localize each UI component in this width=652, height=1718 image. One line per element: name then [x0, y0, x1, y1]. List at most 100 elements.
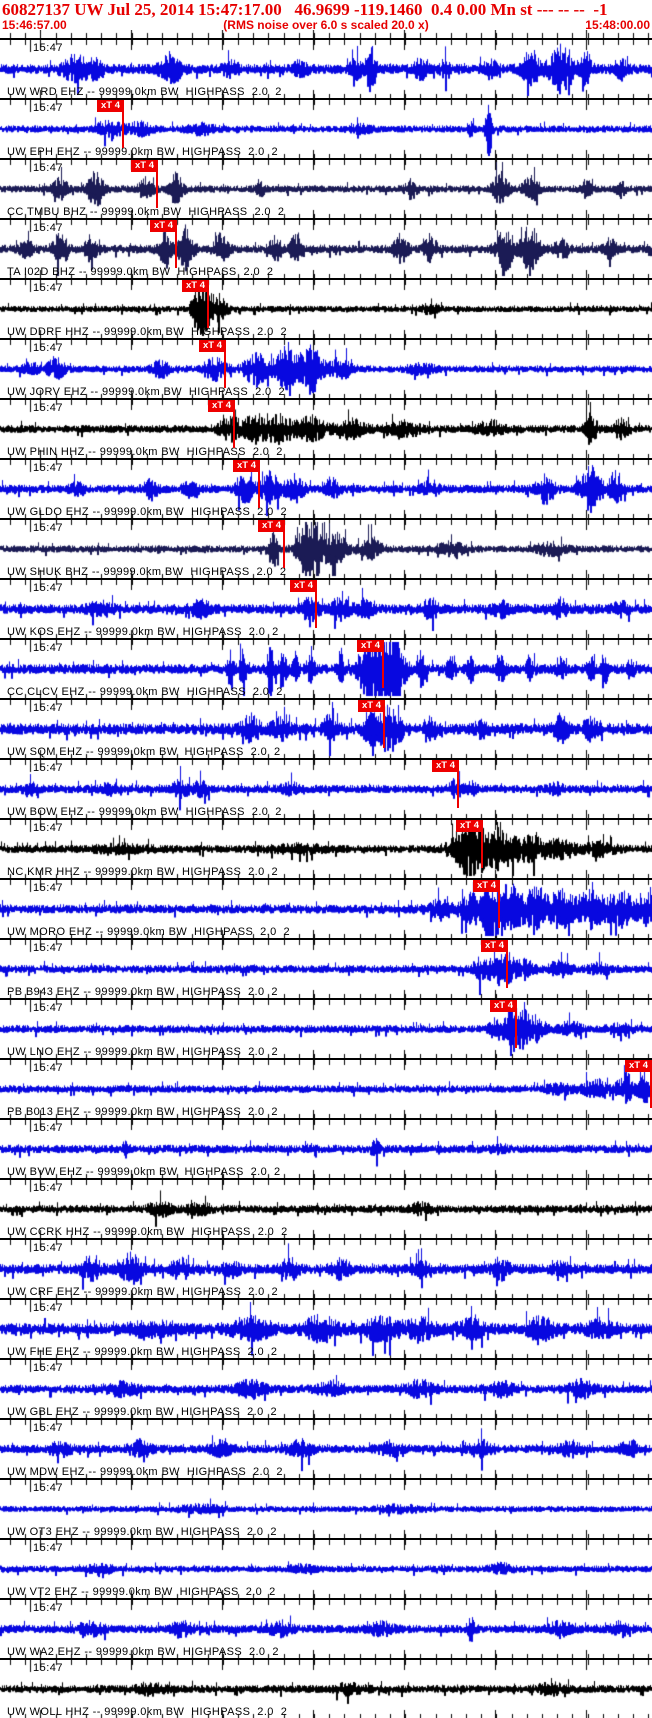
minute-time-label: 15:47: [33, 342, 64, 354]
pick-marker-line: [283, 532, 285, 568]
trace-row-uw-vt2-ehz[interactable]: 15:47 UW VT2 EHZ -- 99999.0km BW HIGHPASS…: [0, 1538, 652, 1598]
station-label: UW CRF EHZ -- 99999.0km BW HIGHPASS 2.0 …: [7, 1286, 279, 1298]
pick-marker-label[interactable]: xT 4: [131, 160, 158, 172]
minute-time-label: 15:47: [33, 1122, 64, 1134]
station-label: UW GLDO EHZ -- 99999.0km BW HIGHPASS 2.0…: [7, 506, 288, 518]
trace-row-nc-kmr-hhz[interactable]: 15:47 NC KMR HHZ -- 99999.0km BW HIGHPASS…: [0, 818, 652, 878]
station-label: UW FHE EHZ -- 99999.0km BW HIGHPASS 2.0 …: [7, 1346, 278, 1358]
trace-row-uw-moro-ehz[interactable]: 15:47 UW MORO EHZ -- 99999.0km BW HIGHPAS…: [0, 878, 652, 938]
trace-row-uw-lno-ehz[interactable]: 15:47 UW LNO EHZ -- 99999.0km BW HIGHPASS…: [0, 998, 652, 1058]
station-label: NC KMR HHZ -- 99999.0km BW HIGHPASS 2.0 …: [7, 866, 279, 878]
minute-time-label: 15:47: [33, 942, 64, 954]
station-label: PB B013 EHZ -- 99999.0km BW HIGHPASS 2.0…: [7, 1106, 278, 1118]
station-label: PB B943 EHZ -- 99999.0km BW HIGHPASS 2.0…: [7, 986, 278, 998]
pick-marker-line: [506, 952, 508, 988]
trace-stack: 15:47 UW WRD EHZ -- 99999.0km BW HIGHPASS…: [0, 38, 652, 1718]
seismogram-review-window: { "header": { "event_line": "60827137 UW…: [0, 0, 652, 1718]
minute-time-label: 15:47: [33, 1182, 64, 1194]
pick-marker-label[interactable]: xT 4: [490, 1000, 517, 1012]
station-label: UW JORV EHZ -- 99999.0km BW HIGHPASS 2.0…: [7, 386, 285, 398]
minute-time-label: 15:47: [33, 642, 64, 654]
station-label: UW MDW EHZ -- 99999.0km BW HIGHPASS 2.0 …: [7, 1466, 283, 1478]
station-label: UW OT3 EHZ -- 99999.0km BW HIGHPASS 2.0 …: [7, 1526, 277, 1538]
minute-time-label: 15:47: [33, 42, 64, 54]
trace-row-uw-eph-ehz[interactable]: 15:47 UW EPH EHZ -- 99999.0km BW HIGHPASS…: [0, 98, 652, 158]
trace-row-uw-ddrf-hhz[interactable]: 15:47 UW DDRF HHZ -- 99999.0km BW HIGHPAS…: [0, 278, 652, 338]
minute-time-label: 15:47: [33, 882, 64, 894]
pick-marker-label[interactable]: xT 4: [182, 280, 209, 292]
station-label: UW DDRF HHZ -- 99999.0km BW HIGHPASS 2.0…: [7, 326, 288, 338]
minute-time-label: 15:47: [33, 102, 64, 114]
minute-time-label: 15:47: [33, 282, 64, 294]
pick-marker-label[interactable]: xT 4: [208, 400, 235, 412]
pick-marker-label[interactable]: xT 4: [456, 820, 483, 832]
trace-row-uw-woll-hhz[interactable]: 15:47 UW WOLL HHZ -- 99999.0km BW HIGHPAS…: [0, 1658, 652, 1718]
trace-row-cc-clcv-ehz[interactable]: 15:47 CC CLCV EHZ -- 99999.0km BW HIGHPAS…: [0, 638, 652, 698]
trace-row-uw-wrd-ehz[interactable]: 15:47 UW WRD EHZ -- 99999.0km BW HIGHPASS…: [0, 38, 652, 98]
station-label: TA I02D BHZ -- 99999.0km BW HIGHPASS 2.0…: [7, 266, 274, 278]
minute-time-label: 15:47: [33, 1542, 64, 1554]
trace-row-uw-wa2-ehz[interactable]: 15:47 UW WA2 EHZ -- 99999.0km BW HIGHPASS…: [0, 1598, 652, 1658]
pick-marker-line: [258, 472, 260, 508]
event-summary-line: 60827137 UW Jul 25, 2014 15:47:17.00 46.…: [2, 0, 608, 19]
trace-row-uw-phin-hhz[interactable]: 15:47 UW PHIN HHZ -- 99999.0km BW HIGHPAS…: [0, 398, 652, 458]
pick-marker-line: [233, 412, 235, 448]
pick-marker-line: [498, 892, 500, 928]
pick-marker-line: [481, 832, 483, 868]
pick-marker-label[interactable]: xT 4: [199, 340, 226, 352]
trace-row-pb-b013-ehz[interactable]: 15:47 PB B013 EHZ -- 99999.0km BW HIGHPAS…: [0, 1058, 652, 1118]
minute-time-label: 15:47: [33, 222, 64, 234]
trace-row-uw-kos-ehz[interactable]: 15:47 UW KOS EHZ -- 99999.0km BW HIGHPASS…: [0, 578, 652, 638]
trace-row-uw-bow-ehz[interactable]: 15:47 UW BOW EHZ -- 99999.0km BW HIGHPASS…: [0, 758, 652, 818]
pick-marker-line: [122, 112, 124, 148]
trace-row-uw-jorv-ehz[interactable]: 15:47 UW JORV EHZ -- 99999.0km BW HIGHPAS…: [0, 338, 652, 398]
pick-marker-label[interactable]: xT 4: [97, 100, 124, 112]
trace-row-uw-ot3-ehz[interactable]: 15:47 UW OT3 EHZ -- 99999.0km BW HIGHPASS…: [0, 1478, 652, 1538]
trace-row-uw-fhe-ehz[interactable]: 15:47 UW FHE EHZ -- 99999.0km BW HIGHPASS…: [0, 1298, 652, 1358]
minute-time-label: 15:47: [33, 762, 64, 774]
station-label: UW SQM EHZ -- 99999.0km BW HIGHPASS 2.0 …: [7, 746, 281, 758]
station-label: UW MORO EHZ -- 99999.0km BW HIGHPASS 2.0…: [7, 926, 291, 938]
trace-row-cc-tmbu-bhz[interactable]: 15:47 CC TMBU BHZ -- 99999.0km BW HIGHPAS…: [0, 158, 652, 218]
station-label: UW CCRK HHZ -- 99999.0km BW HIGHPASS 2.0…: [7, 1226, 288, 1238]
minute-time-label: 15:47: [33, 402, 64, 414]
trace-row-pb-b943-ehz[interactable]: 15:47 PB B943 EHZ -- 99999.0km BW HIGHPAS…: [0, 938, 652, 998]
station-label: CC TMBU BHZ -- 99999.0km BW HIGHPASS 2.0…: [7, 206, 285, 218]
minute-time-label: 15:47: [33, 1242, 64, 1254]
minute-time-label: 15:47: [33, 1482, 64, 1494]
pick-marker-label[interactable]: xT 4: [358, 700, 385, 712]
trace-row-uw-mdw-ehz[interactable]: 15:47 UW MDW EHZ -- 99999.0km BW HIGHPASS…: [0, 1418, 652, 1478]
minute-time-label: 15:47: [33, 1362, 64, 1374]
trace-row-uw-crf-ehz[interactable]: 15:47 UW CRF EHZ -- 99999.0km BW HIGHPASS…: [0, 1238, 652, 1298]
pick-marker-label[interactable]: xT 4: [150, 220, 177, 232]
minute-time-label: 15:47: [33, 1302, 64, 1314]
trace-row-uw-gbl-ehz[interactable]: 15:47 UW GBL EHZ -- 99999.0km BW HIGHPASS…: [0, 1358, 652, 1418]
trace-row-uw-sqm-ehz[interactable]: 15:47 UW SQM EHZ -- 99999.0km BW HIGHPASS…: [0, 698, 652, 758]
station-label: UW VT2 EHZ -- 99999.0km BW HIGHPASS 2.0 …: [7, 1586, 276, 1598]
trace-row-uw-bvw-ehz[interactable]: 15:47 UW BVW EHZ -- 99999.0km BW HIGHPASS…: [0, 1118, 652, 1178]
pick-marker-line: [383, 712, 385, 748]
station-label: UW BVW EHZ -- 99999.0km BW HIGHPASS 2.0 …: [7, 1166, 281, 1178]
pick-marker-label[interactable]: xT 4: [481, 940, 508, 952]
pick-marker-line: [515, 1012, 517, 1048]
pick-marker-label[interactable]: xT 4: [432, 760, 459, 772]
pick-marker-label[interactable]: xT 4: [357, 640, 384, 652]
pick-marker-label[interactable]: xT 4: [233, 460, 260, 472]
header: 60827137 UW Jul 25, 2014 15:47:17.00 46.…: [0, 0, 652, 38]
station-label: UW WOLL HHZ -- 99999.0km BW HIGHPASS 2.0…: [7, 1706, 288, 1718]
pick-marker-label[interactable]: xT 4: [625, 1060, 652, 1072]
minute-time-label: 15:47: [33, 1422, 64, 1434]
trace-row-ta-i02d-bhz[interactable]: 15:47 TA I02D BHZ -- 99999.0km BW HIGHPAS…: [0, 218, 652, 278]
pick-marker-label[interactable]: xT 4: [290, 580, 317, 592]
trace-row-uw-ccrk-hhz[interactable]: 15:47 UW CCRK HHZ -- 99999.0km BW HIGHPAS…: [0, 1178, 652, 1238]
pick-marker-line: [175, 232, 177, 268]
trace-row-uw-gldo-ehz[interactable]: 15:47 UW GLDO EHZ -- 99999.0km BW HIGHPAS…: [0, 458, 652, 518]
pick-marker-line: [457, 772, 459, 808]
pick-marker-label[interactable]: xT 4: [473, 880, 500, 892]
pick-marker-line: [382, 652, 384, 688]
minute-time-label: 15:47: [33, 1662, 64, 1674]
minute-time-label: 15:47: [33, 1062, 64, 1074]
trace-row-uw-shuk-bhz[interactable]: 15:47 UW SHUK BHZ -- 99999.0km BW HIGHPAS…: [0, 518, 652, 578]
pick-marker-label[interactable]: xT 4: [258, 520, 285, 532]
minute-time-label: 15:47: [33, 1002, 64, 1014]
